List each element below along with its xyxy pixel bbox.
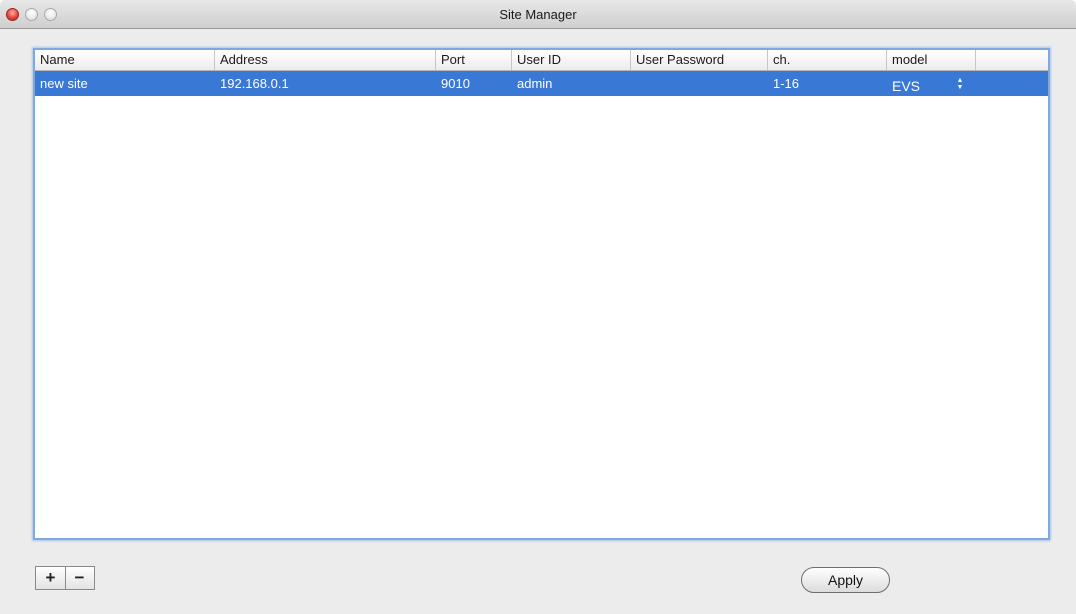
add-icon[interactable]: + bbox=[36, 567, 66, 589]
site-table[interactable]: Name Address Port User ID User Password … bbox=[33, 48, 1050, 540]
column-header-name[interactable]: Name bbox=[35, 50, 215, 70]
column-header-user-id[interactable]: User ID bbox=[512, 50, 631, 70]
column-header-ch[interactable]: ch. bbox=[768, 50, 887, 70]
cell-user-id[interactable]: admin bbox=[512, 71, 631, 96]
cell-port[interactable]: 9010 bbox=[436, 71, 512, 96]
stepper-up-icon[interactable]: ▲ bbox=[956, 77, 964, 84]
cell-name[interactable]: new site bbox=[35, 71, 215, 96]
stepper-icon[interactable]: ▲ ▼ bbox=[956, 77, 964, 91]
table-row[interactable]: new site 192.168.0.1 9010 admin 1-16 EVS… bbox=[35, 71, 1048, 96]
cell-user-password[interactable] bbox=[631, 71, 768, 96]
column-header-user-password[interactable]: User Password bbox=[631, 50, 768, 70]
table-header: Name Address Port User ID User Password … bbox=[35, 50, 1048, 71]
apply-button[interactable]: Apply bbox=[801, 567, 890, 593]
model-select[interactable]: EVS bbox=[887, 74, 957, 99]
stepper-down-icon[interactable]: ▼ bbox=[956, 84, 964, 91]
column-header-port[interactable]: Port bbox=[436, 50, 512, 70]
remove-icon[interactable]: − bbox=[65, 567, 94, 589]
title-bar[interactable]: Site Manager bbox=[0, 0, 1076, 29]
window-title: Site Manager bbox=[499, 7, 577, 22]
site-manager-window: Site Manager Name Address Port User ID U… bbox=[0, 0, 1076, 614]
column-header-model[interactable]: model bbox=[887, 50, 976, 70]
add-remove-control: + − bbox=[35, 566, 95, 590]
column-header-address[interactable]: Address bbox=[215, 50, 436, 70]
cell-ch[interactable]: 1-16 bbox=[768, 71, 887, 96]
cell-address[interactable]: 192.168.0.1 bbox=[215, 71, 436, 96]
